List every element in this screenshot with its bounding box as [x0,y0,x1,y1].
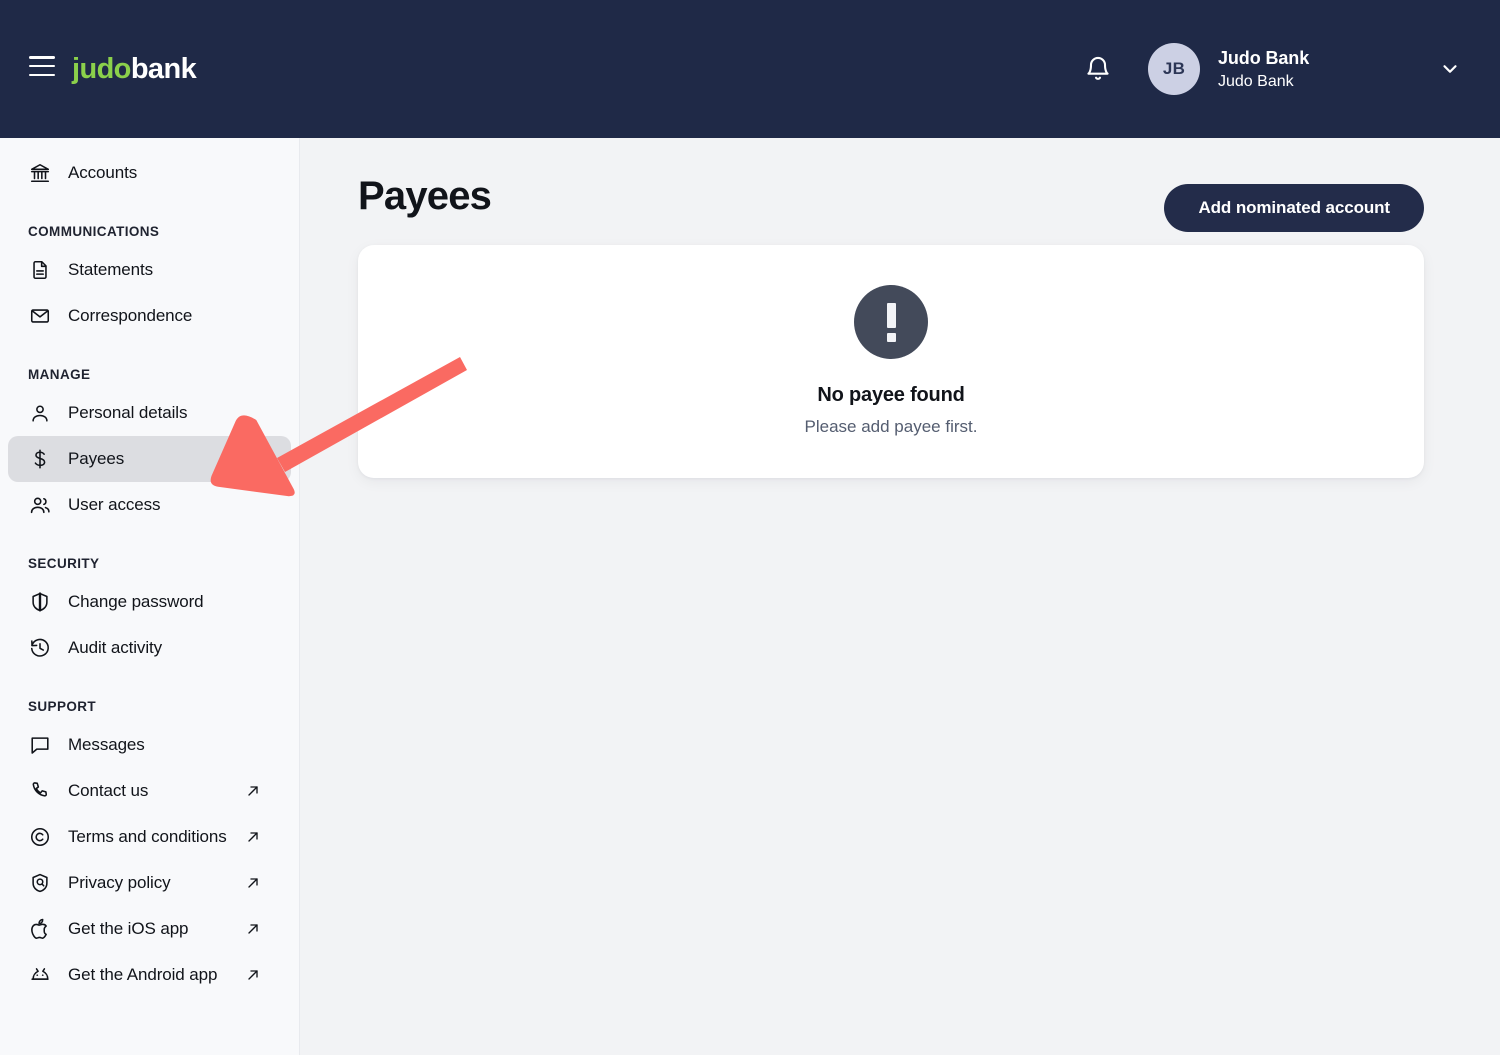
sidebar-section-title: SUPPORT [28,699,97,714]
account-switcher[interactable]: JB Judo Bank Judo Bank [1148,43,1464,95]
account-subtitle: Judo Bank [1218,72,1294,90]
logo-text-secondary: bank [130,53,197,85]
logo-text-primary: judo [72,53,131,85]
chevron-down-icon [1443,65,1457,73]
sidebar-item-audit-activity[interactable]: Audit activity [8,625,291,671]
sidebar-item-messages[interactable]: Messages [8,722,291,768]
sidebar-item-label: Privacy policy [68,873,171,892]
history-clock-icon [28,636,52,660]
sidebar-item-label: Statements [68,260,153,279]
phone-icon [28,779,52,803]
envelope-icon [28,304,52,328]
sidebar-item-statements[interactable]: Statements [8,247,291,293]
sidebar-item-get-the-ios-app[interactable]: Get the iOS app [8,906,291,952]
sidebar-item-label: Get the Android app [68,965,218,984]
sidebar-item-correspondence[interactable]: Correspondence [8,293,291,339]
bank-icon [28,161,52,185]
apple-icon [28,917,52,941]
notifications-button[interactable] [1076,47,1120,91]
shield-icon [28,590,52,614]
sidebar-item-change-password[interactable]: Change password [8,579,291,625]
sidebar-item-label: Personal details [68,403,188,422]
dollar-sign-icon [28,447,52,471]
payees-empty-state-card: No payee found Please add payee first. [358,245,1424,478]
header-right-cluster: JB Judo Bank Judo Bank [1076,0,1500,138]
account-name: Judo Bank [1218,47,1310,68]
sidebar-item-label: Accounts [68,163,138,182]
privacy-shield-icon [28,871,52,895]
main-content: Payees Add nominated account No payee fo… [300,138,1500,1055]
avatar: JB [1148,43,1200,95]
chat-bubble-icon [28,733,52,757]
sidebar-section-title: COMMUNICATIONS [28,224,160,239]
hamburger-line [29,73,55,76]
app-root: judobank JB Judo Bank Judo Bank Accounts… [0,0,1500,1055]
sidebar-item-label: Change password [68,592,204,611]
sidebar-item-label: Terms and conditions [68,827,227,846]
sidebar-item-privacy-policy[interactable]: Privacy policy [8,860,291,906]
sidebar-section-title: SECURITY [28,556,100,571]
empty-state-subtitle: Please add payee first. [804,417,978,436]
exclamation-bar [886,302,896,328]
sidebar-section-title: MANAGE [28,367,91,382]
sidebar-item-label: Messages [68,735,145,754]
sidebar-item-label: Get the iOS app [68,919,189,938]
person-icon [28,401,52,425]
sidebar-item-accounts[interactable]: Accounts [8,150,291,196]
external-link-icon [245,829,261,845]
copyright-icon [28,825,52,849]
users-icon [28,493,52,517]
sidebar-item-payees[interactable]: Payees [8,436,291,482]
external-link-icon [245,921,261,937]
external-link-icon [245,967,261,983]
empty-state-title: No payee found [817,384,965,406]
sidebar-item-label: User access [68,495,161,514]
exclamation-glyph [886,302,896,342]
sidebar-item-label: Payees [68,449,125,468]
hamburger-line [29,56,55,59]
external-link-icon [245,783,261,799]
external-link-icon [245,875,261,891]
page-title: Payees [358,174,492,218]
sidebar-item-contact-us[interactable]: Contact us [8,768,291,814]
sidebar-item-get-the-android-app[interactable]: Get the Android app [8,952,291,998]
add-nominated-account-button[interactable]: Add nominated account [1164,184,1424,232]
account-dropdown-button[interactable] [1436,55,1464,83]
exclamation-dot [886,332,896,342]
document-icon [28,258,52,282]
sidebar-item-user-access[interactable]: User access [8,482,291,528]
hamburger-line [29,64,55,68]
sidebar-item-label: Correspondence [68,306,193,325]
account-text: Judo Bank Judo Bank [1218,46,1388,93]
sidebar-item-label: Audit activity [68,638,163,657]
sidebar-navigation: Accounts COMMUNICATIONS Statements Correspo… [0,138,300,1055]
judobank-logo[interactable]: judobank [72,51,197,87]
sidebar-item-personal-details[interactable]: Personal details [8,390,291,436]
exclamation-circle-icon [854,285,928,359]
bell-icon [1087,56,1109,80]
page-header: Payees Add nominated account [358,158,1424,232]
hamburger-menu-icon[interactable] [29,56,55,76]
android-icon [28,963,52,987]
top-header: judobank JB Judo Bank Judo Bank [0,0,1500,138]
sidebar-item-label: Contact us [68,781,149,800]
sidebar-item-terms-and-conditions[interactable]: Terms and conditions [8,814,291,860]
